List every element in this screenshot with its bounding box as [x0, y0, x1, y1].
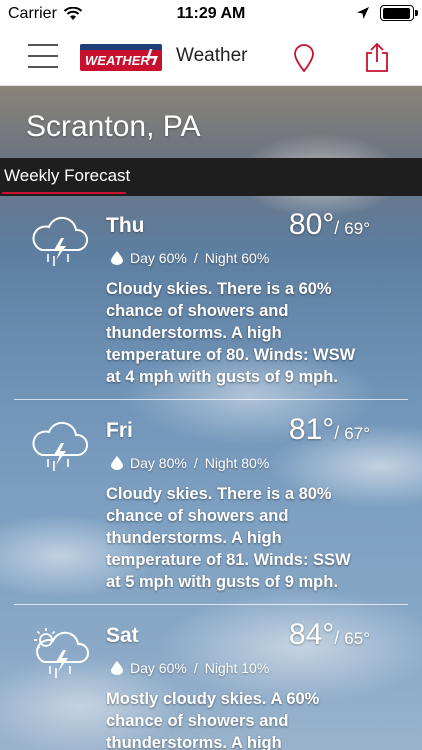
desc-line: temperature of 81. Winds: SSW [106, 551, 351, 569]
precip-separator: / [193, 660, 198, 676]
desc-line: chance of showers and [106, 302, 289, 320]
desc-line: thunderstorms. A high [106, 529, 282, 547]
section-title[interactable]: Weekly Forecast [4, 166, 130, 186]
share-button[interactable] [364, 41, 390, 73]
desc-line: temperature of 80. Winds: WSW [106, 346, 356, 364]
section-underline [2, 192, 126, 194]
location-button[interactable] [292, 43, 316, 73]
nav-bar: WEATHER ϟ Weather [0, 30, 422, 86]
day-precip: Day 60% [130, 660, 187, 676]
day-name: Thu [106, 214, 145, 237]
day-name: Sat [106, 624, 139, 647]
temperatures: 84°/ 65° [289, 618, 370, 652]
desc-line: chance of showers and [106, 712, 289, 730]
low-temp: 69° [344, 219, 370, 238]
night-precip: Night 60% [204, 250, 270, 266]
raindrop-icon [111, 661, 123, 675]
city-name: Scranton, PA [26, 110, 201, 143]
high-temp: 81° [288, 413, 335, 446]
divider [14, 604, 408, 605]
logo-text: WEATHER [85, 53, 150, 68]
day-description: Cloudy skies. There is a 80% chance of s… [106, 483, 406, 593]
desc-line: Mostly cloudy skies. A 60% [106, 690, 320, 708]
section-header: Weekly Forecast [0, 158, 422, 196]
temp-separator: / [334, 218, 345, 238]
desc-line: thunderstorms. A high [106, 324, 282, 342]
desc-line: Cloudy skies. There is a 80% [106, 485, 332, 503]
day-precip: Day 60% [130, 250, 187, 266]
precip-separator: / [193, 250, 198, 266]
precip-chance: Day 60% / Night 60% [111, 250, 269, 266]
status-bar: Carrier 11:29 AM [0, 0, 422, 30]
battery-fill [382, 7, 411, 19]
sun-thunderstorm-icon [34, 628, 89, 678]
desc-line: at 5 mph with gusts of 9 mph. [106, 573, 338, 591]
location-arrow-icon [357, 7, 369, 19]
hamburger-icon-line [28, 66, 58, 68]
low-temp: 67° [344, 424, 370, 443]
high-temp: 84° [288, 618, 335, 651]
raindrop-icon [111, 251, 123, 265]
day-description: Mostly cloudy skies. A 60% chance of sho… [106, 688, 406, 750]
night-precip: Night 80% [204, 455, 270, 471]
day-name: Fri [106, 419, 133, 442]
divider [14, 399, 408, 400]
day-description: Cloudy skies. There is a 60% chance of s… [106, 278, 406, 388]
lightning-bolt-icon: ϟ [146, 45, 158, 70]
temp-separator: / [334, 423, 345, 443]
desc-line: chance of showers and [106, 507, 289, 525]
map-pin-icon [294, 44, 314, 73]
hamburger-icon [28, 44, 58, 46]
precip-chance: Day 60% / Night 10% [111, 660, 269, 676]
temperatures: 81°/ 67° [289, 413, 370, 447]
menu-button[interactable] [28, 44, 58, 70]
battery-icon [380, 5, 418, 21]
thunderstorm-icon [32, 421, 88, 471]
day-precip: Day 80% [130, 455, 187, 471]
temp-separator: / [334, 628, 345, 648]
thunderstorm-icon [32, 216, 88, 266]
raindrop-icon [111, 456, 123, 470]
status-right [356, 5, 418, 21]
desc-line: at 4 mph with gusts of 9 mph. [106, 368, 338, 386]
precip-separator: / [193, 455, 198, 471]
temperatures: 80°/ 69° [289, 208, 370, 242]
desc-line: thunderstorms. A high [106, 734, 282, 750]
share-icon [366, 42, 388, 72]
night-precip: Night 10% [204, 660, 270, 676]
desc-line: Cloudy skies. There is a 60% [106, 280, 332, 298]
high-temp: 80° [288, 208, 335, 241]
eyewitness-weather-logo: WEATHER ϟ [80, 44, 162, 71]
page-title: Weather [176, 45, 248, 66]
hamburger-icon-line [28, 55, 58, 57]
precip-chance: Day 80% / Night 80% [111, 455, 269, 471]
low-temp: 65° [344, 629, 370, 648]
